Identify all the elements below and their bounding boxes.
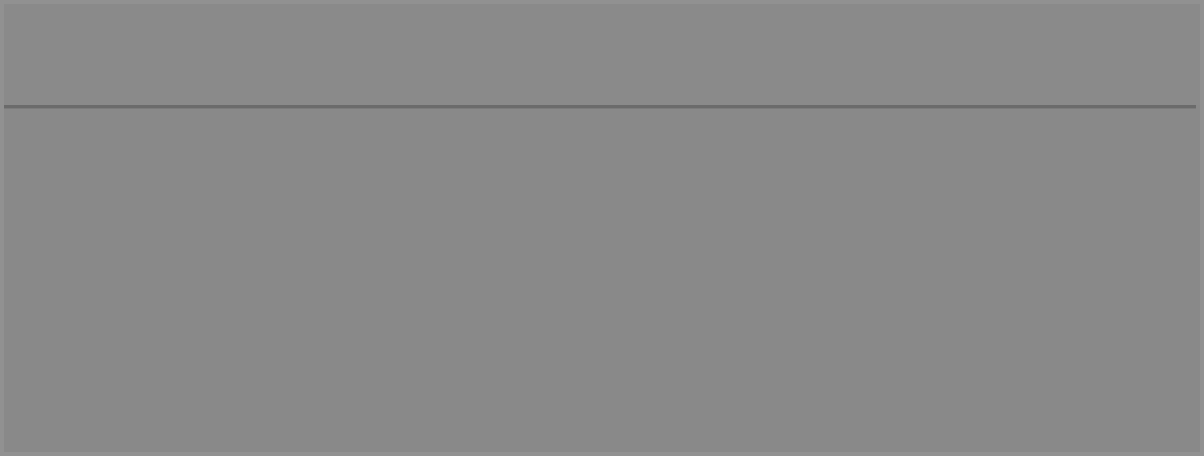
content-area bbox=[4, 109, 1200, 452]
header-bar bbox=[4, 4, 1200, 105]
app-window bbox=[0, 0, 1204, 456]
